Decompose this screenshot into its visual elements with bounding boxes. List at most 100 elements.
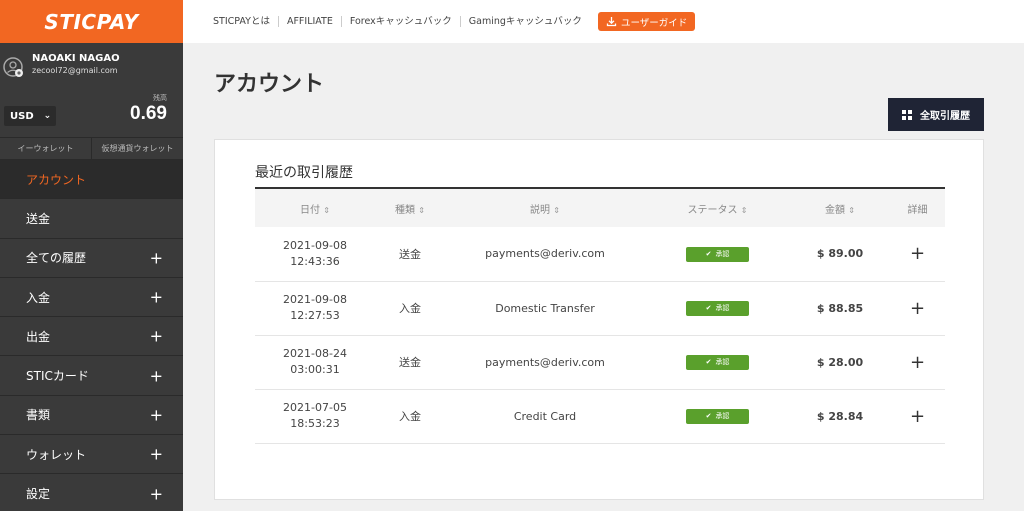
plus-icon: + (149, 366, 163, 386)
user-name: NAOAKI NAGAO (32, 53, 120, 64)
row-date: 2021-09-08 12:43:36 (255, 227, 375, 282)
col-label: 種類 (395, 204, 416, 216)
check-icon: ✔ (705, 412, 712, 421)
row-detail: + (890, 281, 945, 336)
user-guide-button[interactable]: ユーザーガイド (597, 12, 696, 31)
table-row: 2021-09-08 12:27:53 入金 Domestic Transfer … (255, 281, 945, 336)
status-text: 承認 (715, 412, 730, 421)
sidebar-item-transfer[interactable]: 送金 (0, 198, 183, 237)
row-type: 送金 (375, 335, 445, 390)
sidebar-item-label: 入金 (26, 290, 51, 305)
check-icon: ✔ (705, 250, 712, 258)
page-title: アカウント (214, 72, 325, 97)
table-header-row: 日付 ⇕ 種類 ⇕ 説明 ⇕ ステータス ⇕ 金額 ⇕ 詳細 (255, 188, 945, 227)
sidebar-item-label: 全ての履歴 (26, 251, 87, 266)
sort-icon: ⇕ (418, 205, 425, 215)
nav-link-forex-cashback[interactable]: Forexキャッシュバック (342, 16, 461, 27)
row-description: Domestic Transfer (445, 281, 645, 336)
table-row: 2021-08-24 03:00:31 送金 payments@deriv.com… (255, 335, 945, 390)
date-value: 2021-09-08 (283, 238, 347, 252)
user-email: zecool72@gmail.com (32, 66, 118, 75)
sidebar-item-documents[interactable]: 書類 + (0, 394, 183, 434)
plus-icon: + (149, 484, 163, 504)
sidebar-item-label: アカウント (26, 172, 87, 187)
expand-plus-icon[interactable]: + (910, 352, 925, 373)
expand-plus-icon[interactable]: + (910, 298, 925, 319)
status-badge: ✔ 承認 (686, 246, 749, 262)
row-status: ✔ 承認 (645, 281, 790, 336)
row-amount: $ 88.85 (790, 281, 890, 336)
balance-label: 残高 (153, 94, 167, 102)
check-icon: ✔ (705, 358, 712, 367)
currency-select[interactable]: USD ⌄ (4, 106, 56, 126)
expand-plus-icon[interactable]: + (910, 406, 925, 427)
table-row: 2021-09-08 12:43:36 送金 payments@deriv.com… (255, 227, 945, 282)
time-value: 18:53:23 (290, 417, 340, 430)
col-type[interactable]: 種類 ⇕ (375, 188, 445, 227)
wallet-tabs: イーウォレット 仮想通貨ウォレット (0, 137, 183, 159)
sidebar-item-account[interactable]: アカウント (0, 159, 183, 199)
sort-icon: ⇕ (323, 205, 330, 215)
col-label: 説明 (530, 204, 551, 216)
status-text: 承認 (715, 358, 730, 367)
all-history-button[interactable]: 全取引履歴 (888, 98, 984, 131)
date-value: 2021-09-08 (283, 293, 347, 306)
recent-transactions-card: 最近の取引履歴 日付 ⇕ 種類 ⇕ 説明 ⇕ ステータス ⇕ 金額 ⇕ 詳細 2… (214, 139, 984, 500)
download-icon (606, 17, 617, 27)
sort-icon: ⇕ (553, 205, 560, 215)
logo-text: STICPAY (44, 9, 139, 34)
sort-icon: ⇕ (848, 205, 855, 215)
nav-link-affiliate[interactable]: AFFILIATE (279, 16, 342, 27)
status-badge: ✔ 承認 (686, 354, 749, 370)
sort-icon: ⇕ (740, 205, 748, 215)
tab-ewallet[interactable]: イーウォレット (0, 138, 92, 159)
user-avatar-icon (3, 57, 23, 77)
sidebar-item-withdrawal[interactable]: 出金 + (0, 316, 183, 355)
sidebar-item-label: ウォレット (26, 447, 87, 462)
col-date[interactable]: 日付 ⇕ (255, 188, 375, 227)
user-profile: NAOAKI NAGAO zecool72@gmail.com (0, 43, 183, 87)
transactions-table: 日付 ⇕ 種類 ⇕ 説明 ⇕ ステータス ⇕ 金額 ⇕ 詳細 2021-09-0… (255, 187, 945, 444)
check-icon: ✔ (705, 304, 712, 313)
chevron-down-icon: ⌄ (43, 111, 52, 121)
sidebar-item-deposit[interactable]: 入金 + (0, 276, 183, 316)
logo[interactable]: STICPAY (0, 0, 183, 43)
status-badge: ✔ 承認 (686, 408, 749, 424)
balance-panel: USD ⌄ 残高 0.69 (0, 87, 183, 137)
time-value: 03:00:31 (290, 363, 340, 376)
col-amount[interactable]: 金額 ⇕ (790, 188, 890, 227)
row-amount: $ 28.00 (790, 335, 890, 390)
row-status: ✔ 承認 (645, 227, 790, 282)
col-label: 日付 (300, 204, 321, 216)
nav-link-about[interactable]: STICPAYとは (213, 16, 279, 27)
row-date: 2021-07-05 18:53:23 (255, 389, 375, 444)
balance-value: 0.69 (130, 103, 167, 124)
sidebar-item-stic-card[interactable]: STICカード + (0, 355, 183, 394)
top-nav: STICPAYとは AFFILIATE Forexキャッシュバック Gaming… (183, 0, 1024, 43)
row-status: ✔ 承認 (645, 389, 790, 444)
sidebar-item-all-history[interactable]: 全ての履歴 + (0, 237, 183, 277)
sidebar-item-wallet[interactable]: ウォレット + (0, 434, 183, 473)
col-status[interactable]: ステータス ⇕ (645, 188, 790, 227)
sidebar-item-label: 送金 (26, 211, 51, 226)
status-text: 承認 (715, 250, 730, 258)
time-value: 12:27:53 (290, 309, 340, 322)
row-type: 入金 (375, 281, 445, 336)
col-description[interactable]: 説明 ⇕ (445, 188, 645, 227)
row-detail: + (890, 335, 945, 390)
recent-transactions-title: 最近の取引履歴 (255, 165, 353, 181)
user-guide-label: ユーザーガイド (620, 17, 688, 29)
expand-plus-icon[interactable]: + (910, 243, 925, 264)
status-text: 承認 (715, 304, 730, 313)
row-amount: $ 89.00 (790, 227, 890, 282)
all-history-label: 全取引履歴 (920, 111, 970, 122)
sidebar: STICPAY NAOAKI NAGAO zecool72@gmail.com … (0, 0, 183, 511)
tab-crypto-wallet[interactable]: 仮想通貨ウォレット (92, 138, 183, 159)
plus-icon: + (149, 287, 163, 307)
sidebar-item-settings[interactable]: 設定 + (0, 473, 183, 511)
time-value: 12:43:36 (290, 254, 340, 268)
nav-link-gaming-cashback[interactable]: Gamingキャッシュバック (461, 16, 590, 27)
col-label: 金額 (825, 204, 846, 216)
row-detail: + (890, 389, 945, 444)
row-date: 2021-09-08 12:27:53 (255, 281, 375, 336)
